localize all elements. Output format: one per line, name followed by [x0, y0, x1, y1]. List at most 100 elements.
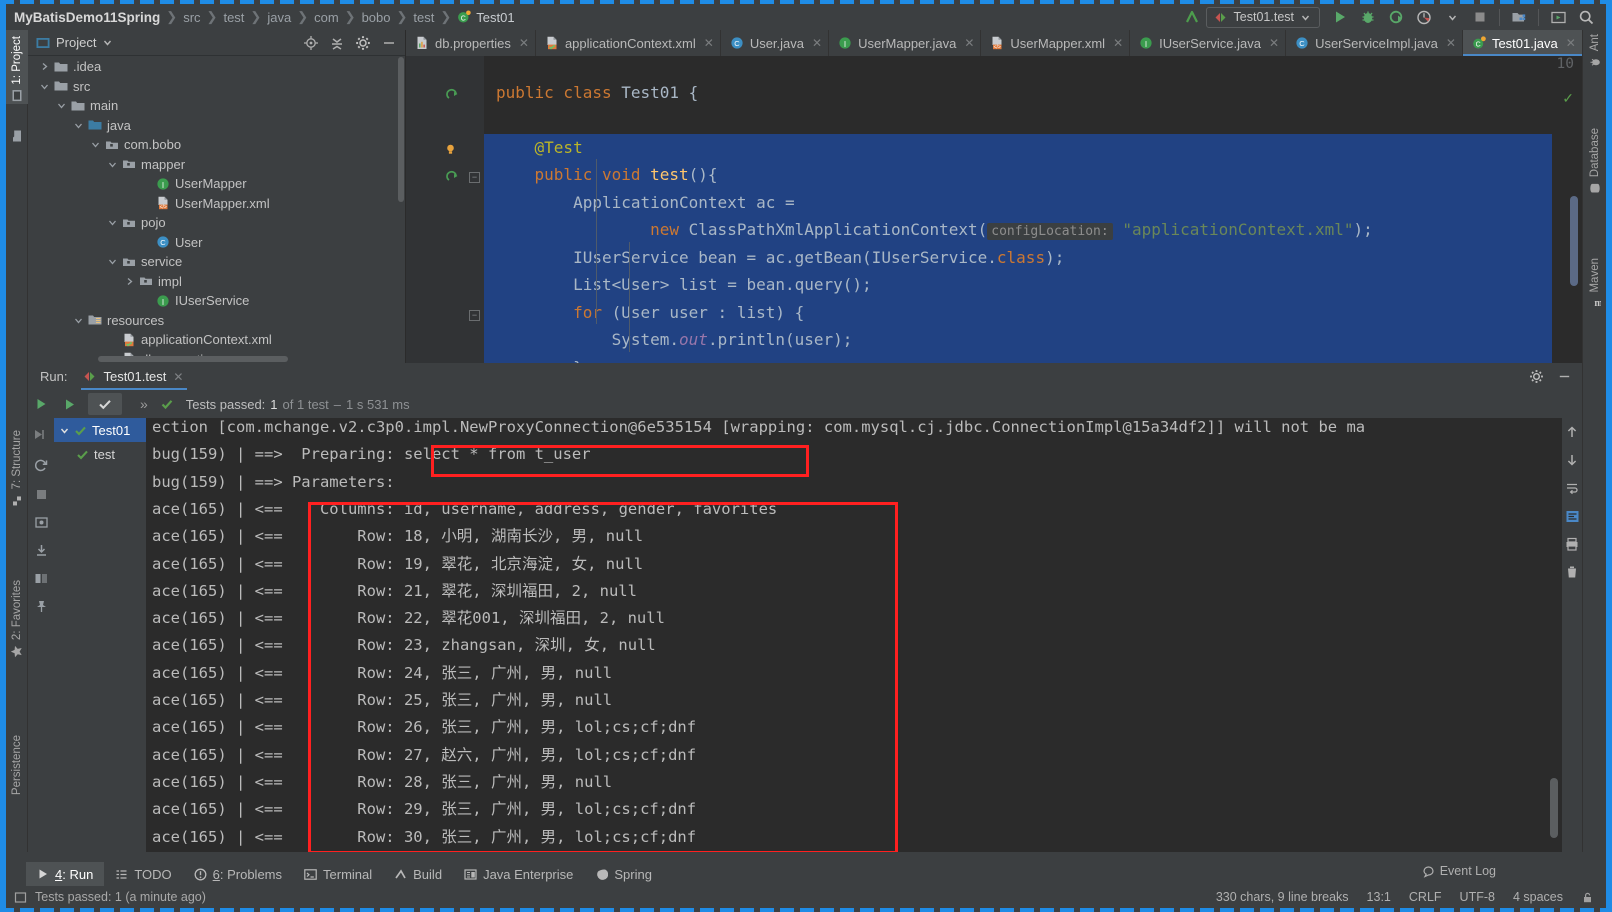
run-tab-test01[interactable]: Test01.test ✕ — [81, 363, 187, 390]
tree-arrow-icon[interactable] — [104, 160, 120, 169]
bottom-tab-todo[interactable]: TODO — [104, 862, 182, 886]
code-line-18[interactable]: List<User> list = bean.query(); — [484, 271, 1582, 299]
implementation-marker-icon[interactable] — [446, 88, 460, 102]
layout-icon[interactable] — [28, 564, 54, 592]
editor-tab-userserviceimpl-java[interactable]: C UserServiceImpl.java ✕ — [1286, 30, 1463, 56]
close-icon[interactable]: ✕ — [1269, 36, 1279, 50]
search-everywhere-button[interactable] — [1572, 5, 1600, 29]
updates-button[interactable] — [1544, 5, 1572, 29]
status-encoding[interactable]: UTF-8 — [1460, 890, 1495, 904]
editor-tab-iuserservice-java[interactable]: I IUserService.java ✕ — [1130, 30, 1287, 56]
print-icon[interactable] — [1562, 530, 1582, 558]
bottom-tab-6-problems[interactable]: 6: Problems — [183, 862, 293, 886]
breadcrumb-segment-java[interactable]: java — [267, 10, 291, 25]
code-line-12[interactable] — [484, 106, 1582, 134]
bottom-tab-terminal[interactable]: Terminal — [293, 862, 383, 886]
editor-tab-usermapper-java[interactable]: I UserMapper.java ✕ — [829, 30, 982, 56]
code-line-19[interactable]: for (User user : list) { — [484, 298, 1582, 326]
code-line-15[interactable]: ApplicationContext ac = — [484, 188, 1582, 216]
code-line-20[interactable]: System.out.println(user); — [484, 326, 1582, 354]
tree-item-usermapper[interactable]: I UserMapper — [28, 174, 405, 194]
implementation-marker-icon[interactable] — [446, 170, 460, 184]
status-indent[interactable]: 4 spaces — [1513, 890, 1563, 904]
project-tree[interactable]: .idea src main java com.bobo mapper I UserMappe… — [28, 56, 405, 362]
tree-item-pojo[interactable]: pojo — [28, 213, 405, 233]
sidebar-item-structure[interactable]: 7: Structure — [6, 430, 28, 506]
scroll-down-icon[interactable] — [1562, 446, 1582, 474]
bottom-tab-java-enterprise[interactable]: Java Enterprise — [453, 862, 584, 886]
close-icon[interactable]: ✕ — [1446, 36, 1456, 50]
locate-icon[interactable] — [299, 32, 323, 54]
soft-wrap-icon[interactable] — [1562, 474, 1582, 502]
console-output[interactable]: ace(165) | <== Row: 30, 张三, 广州, 男, lol;c… — [146, 418, 1562, 852]
stop-button[interactable] — [1466, 5, 1494, 29]
debug-button[interactable] — [1354, 5, 1382, 29]
sidebar-item-database[interactable]: Database — [1583, 128, 1607, 194]
chevron-down-icon[interactable] — [60, 426, 69, 435]
tree-arrow-icon[interactable] — [53, 101, 69, 110]
toggle-auto-test-icon[interactable] — [28, 452, 54, 480]
status-toggle-icon[interactable] — [14, 891, 27, 904]
sidebar-item-persistence[interactable]: Persistence — [6, 735, 28, 795]
code-line-21[interactable]: } — [484, 353, 1582, 363]
tree-item-resources[interactable]: resources — [28, 311, 405, 331]
sidebar-item-favorites[interactable]: 2: Favorites — [6, 580, 28, 658]
run-configuration-selector[interactable]: Test01.test — [1205, 6, 1320, 28]
status-line-separator[interactable]: CRLF — [1409, 890, 1442, 904]
tree-arrow-icon[interactable] — [121, 277, 137, 286]
close-icon[interactable]: ✕ — [1566, 36, 1576, 50]
tree-item-impl[interactable]: impl — [28, 272, 405, 292]
breadcrumb-segment-testpkg[interactable]: test — [413, 10, 434, 25]
profile-button[interactable] — [1410, 5, 1438, 29]
gear-icon[interactable] — [351, 32, 375, 54]
trash-icon[interactable] — [1562, 558, 1582, 586]
tree-arrow-icon[interactable] — [36, 62, 52, 71]
tree-item-iuserservice[interactable]: I IUserService — [28, 291, 405, 311]
breadcrumb-segment-src[interactable]: src — [183, 10, 200, 25]
code-line-11[interactable]: public class Test01 { — [484, 79, 1582, 107]
editor-tab-bar[interactable]: db.properties ✕ applicationContext.xml ✕ C Us… — [406, 30, 1582, 56]
bottom-tab-4-run[interactable]: 4: Run — [26, 862, 105, 886]
bottom-tab-spring[interactable]: Spring — [584, 862, 663, 886]
tree-arrow-icon[interactable] — [87, 140, 103, 149]
code-line-14[interactable]: public void test(){ — [484, 161, 1582, 189]
breadcrumb-segment-test[interactable]: test — [223, 10, 244, 25]
tree-arrow-icon[interactable] — [70, 121, 86, 130]
tree-item-usermapper-xml[interactable]: </> UserMapper.xml — [28, 194, 405, 214]
select-opened-file-button[interactable] — [1505, 5, 1533, 29]
expand-status-icon[interactable]: » — [140, 396, 148, 412]
close-icon[interactable]: ✕ — [173, 370, 183, 384]
collapse-all-icon[interactable] — [325, 32, 349, 54]
breadcrumb-segment-com[interactable]: com — [314, 10, 339, 25]
sidebar-item-maven[interactable]: m Maven — [1583, 258, 1607, 310]
sidebar-item-ant[interactable]: Ant — [1583, 34, 1607, 68]
dump-threads-icon[interactable] — [28, 508, 54, 536]
build-project-button[interactable] — [1178, 5, 1206, 29]
pin-icon[interactable] — [28, 592, 54, 620]
code-line-13[interactable]: @Test — [484, 133, 1582, 161]
status-caret-position[interactable]: 13:1 — [1367, 890, 1391, 904]
tree-item-main[interactable]: main — [28, 96, 405, 116]
sidebar-item-project[interactable]: 1: Project — [6, 36, 28, 102]
close-icon[interactable]: ✕ — [964, 36, 974, 50]
breadcrumb-project[interactable]: MyBatisDemo11Spring — [14, 10, 160, 25]
chevron-down-icon[interactable] — [1438, 5, 1466, 29]
tree-item-mapper[interactable]: mapper — [28, 155, 405, 175]
run-with-coverage-button[interactable] — [1382, 5, 1410, 29]
run-small-icon[interactable] — [54, 390, 84, 418]
close-icon[interactable]: ✕ — [519, 36, 529, 50]
editor-tab-test01-java[interactable]: C Test01.java ✕ — [1462, 30, 1582, 56]
code-text[interactable]: public class Test01 { @Test public void … — [484, 56, 1582, 363]
run-button[interactable] — [1326, 5, 1354, 29]
show-passed-toggle[interactable] — [88, 393, 122, 415]
scroll-to-end-icon[interactable] — [1562, 502, 1582, 530]
event-log-button[interactable]: Event Log — [1422, 864, 1496, 878]
hide-panel-icon[interactable] — [377, 32, 401, 54]
editor-tab-usermapper-xml[interactable]: </> UserMapper.xml ✕ — [981, 30, 1131, 56]
code-editor[interactable]: 1011121314−1516171819−2021 public class … — [406, 56, 1582, 363]
project-tree-hscrollbar[interactable] — [98, 356, 288, 362]
tree-item-java[interactable]: java — [28, 116, 405, 136]
tree-arrow-icon[interactable] — [36, 82, 52, 91]
lock-icon[interactable] — [1581, 891, 1594, 904]
tree-item-user[interactable]: C User — [28, 233, 405, 253]
